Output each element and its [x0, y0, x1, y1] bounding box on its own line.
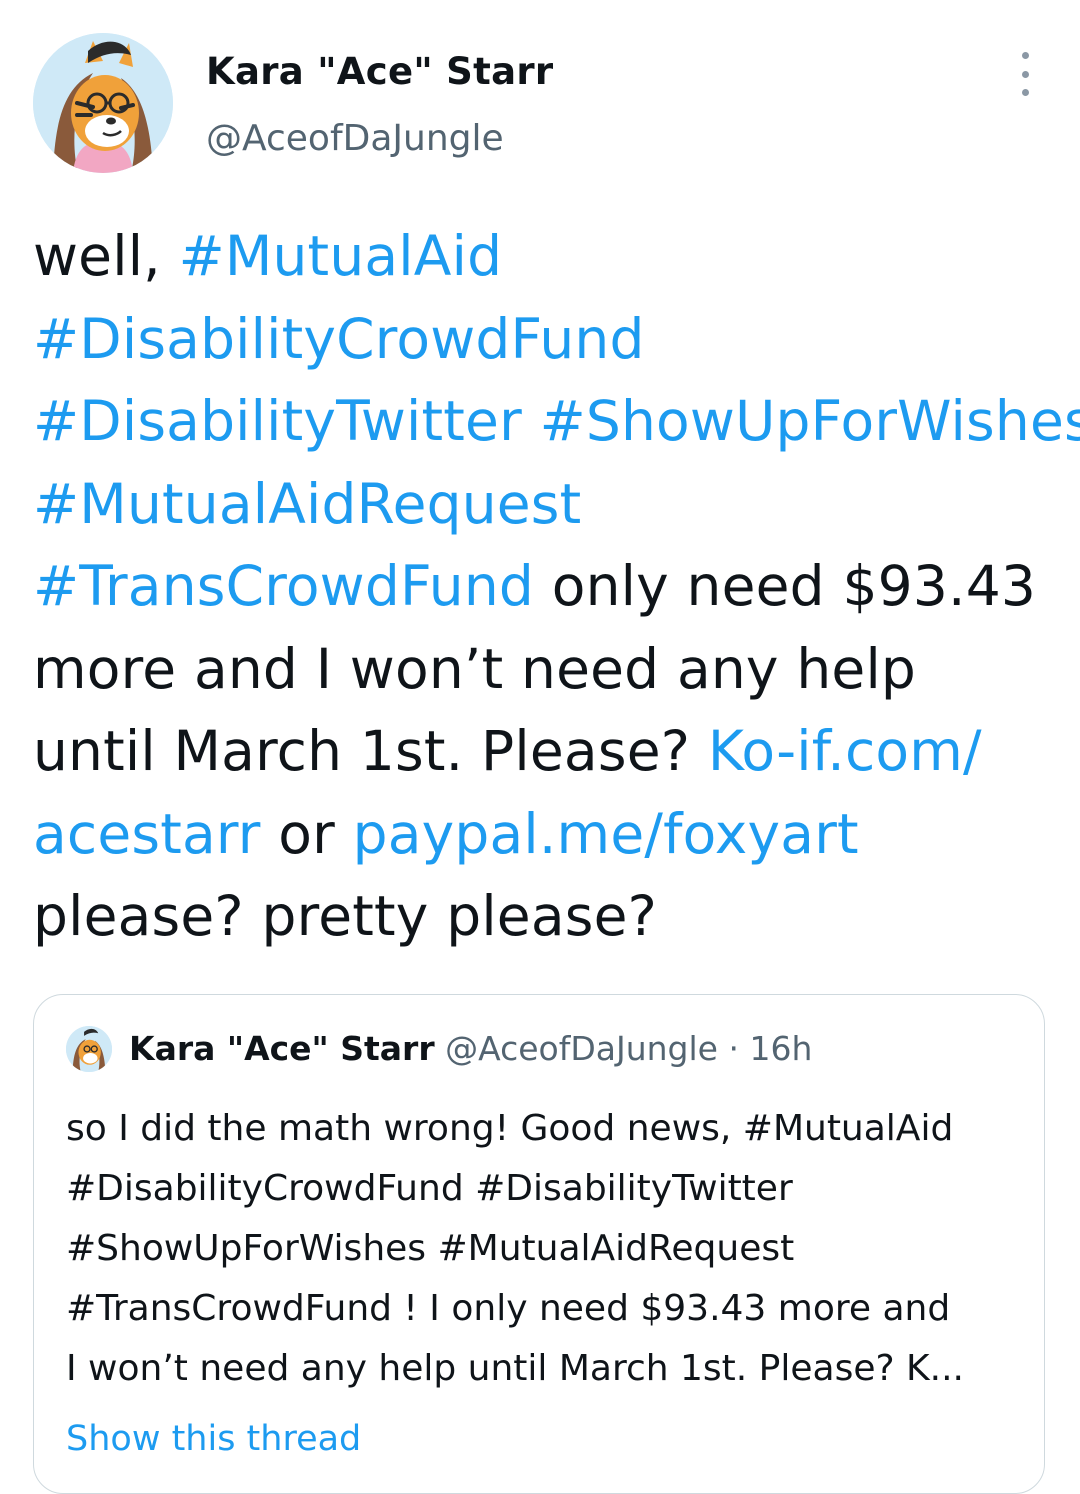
- more-dot: [1021, 52, 1029, 59]
- url-link[interactable]: Ko-if.com/: [708, 719, 982, 783]
- hashtag-link[interactable]: #TransCrowdFund: [33, 554, 534, 618]
- tweet-line: #MutualAidRequest: [33, 463, 1063, 546]
- quoted-tweet-body: so I did the math wrong! Good news, #Mut…: [66, 1099, 1026, 1399]
- hashtag-link[interactable]: #DisabilityTwitter: [33, 389, 522, 453]
- quoted-timestamp[interactable]: 16h: [749, 1029, 812, 1068]
- more-dot: [1021, 89, 1029, 96]
- hashtag-link[interactable]: #MutualAid: [179, 224, 503, 288]
- more-dot: [1021, 70, 1029, 78]
- show-thread-link[interactable]: Show this thread: [66, 1419, 361, 1459]
- hashtag-link[interactable]: #MutualAidRequest: [33, 472, 581, 536]
- tweet-text-segment: [522, 389, 540, 453]
- tweet-line: #DisabilityCrowdFund: [33, 298, 1063, 381]
- author-handle[interactable]: @AceofDaJungle: [206, 118, 504, 159]
- tweet-text-segment: only need $93.43: [534, 554, 1037, 618]
- tweet-line: acestarr or paypal.me/foxyart: [33, 793, 1063, 876]
- quoted-line: so I did the math wrong! Good news, #Mut…: [66, 1108, 954, 1149]
- tweet-body: well, #MutualAid #DisabilityCrowdFund #Dis…: [33, 215, 1080, 958]
- url-link[interactable]: paypal.me/foxyart: [353, 802, 859, 866]
- tweet-line: until March 1st. Please? Ko-if.com/: [33, 710, 1063, 793]
- tweet-text-segment: or: [260, 801, 353, 866]
- author-avatar[interactable]: [33, 33, 173, 173]
- url-link[interactable]: acestarr: [33, 802, 261, 866]
- hashtag-link[interactable]: #ShowUpForWishes: [540, 389, 1080, 453]
- tweet-line: more and I won’t need any help: [33, 628, 1063, 711]
- tweet-line: please? pretty please?: [33, 875, 1063, 958]
- quoted-tweet-card[interactable]: Kara "Ace" Starr @AceofDaJungle · 16h so…: [33, 994, 1045, 1494]
- tweet-text-segment: please? pretty please?: [33, 884, 658, 948]
- separator-dot: ·: [728, 1029, 739, 1068]
- quoted-author-handle[interactable]: @AceofDaJungle: [445, 1029, 718, 1068]
- tweet-line: well, #MutualAid: [33, 215, 1063, 298]
- quoted-line: #ShowUpForWishes #MutualAidRequest: [66, 1228, 795, 1269]
- tweet-text-segment: until March 1st. Please?: [33, 719, 708, 783]
- quoted-author-avatar[interactable]: [66, 1026, 112, 1072]
- tweet-line: #DisabilityTwitter #ShowUpForWishes: [33, 380, 1080, 463]
- quoted-line: #DisabilityCrowdFund #DisabilityTwitter: [66, 1168, 793, 1209]
- tweet-header: Kara "Ace" Starr @AceofDaJungle: [0, 0, 1080, 190]
- tiger-avatar-icon: [66, 1026, 112, 1072]
- quoted-tweet-header: Kara "Ace" Starr @AceofDaJungle · 16h: [129, 1029, 812, 1068]
- hashtag-link[interactable]: #DisabilityCrowdFund: [33, 307, 645, 371]
- tiger-avatar-icon: [33, 33, 173, 173]
- more-options-icon[interactable]: [1005, 52, 1045, 96]
- tweet-line: #TransCrowdFund only need $93.43: [33, 545, 1063, 628]
- quoted-line: I won’t need any help until March 1st. P…: [66, 1348, 964, 1389]
- tweet-text-segment: well,: [33, 224, 179, 288]
- tweet-text-segment: more and I won’t need any help: [33, 636, 917, 701]
- quoted-author-name[interactable]: Kara "Ace" Starr: [129, 1029, 435, 1068]
- author-name[interactable]: Kara "Ace" Starr: [206, 50, 553, 93]
- quoted-line: #TransCrowdFund ! I only need $93.43 mor…: [66, 1288, 951, 1329]
